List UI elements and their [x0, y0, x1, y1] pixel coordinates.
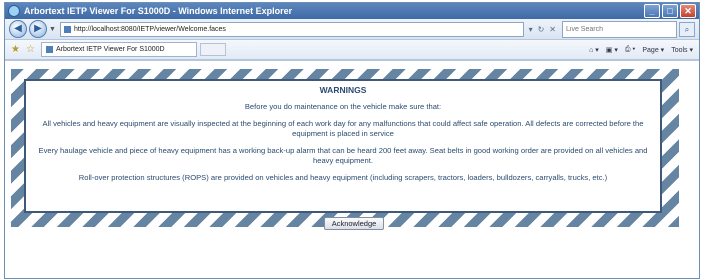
add-favorites-icon[interactable]: ☆ — [26, 44, 35, 55]
stop-icon[interactable]: ✕ — [549, 25, 556, 34]
page-menu[interactable]: Page ▾ — [642, 46, 664, 54]
address-go-icon[interactable]: ▾ — [529, 25, 533, 34]
address-toolbar: ◀ ▶ ▼ http://localhost:8080/IETP/viewer/… — [5, 19, 699, 40]
warnings-heading: WARNINGS — [319, 85, 367, 95]
minimize-button[interactable]: _ — [644, 4, 660, 18]
tab-toolbar: ★ ☆ Arbortext IETP Viewer For S1000D ⌂ ▾… — [5, 40, 699, 60]
window-title: Arbortext IETP Viewer For S1000D - Windo… — [24, 6, 293, 16]
history-dropdown-icon[interactable]: ▼ — [49, 26, 56, 33]
browser-window: Arbortext IETP Viewer For S1000D - Windo… — [4, 2, 700, 279]
back-button[interactable]: ◀ — [9, 20, 27, 38]
tab-favicon-icon — [45, 46, 53, 53]
refresh-icon[interactable]: ↻ — [538, 25, 545, 34]
acknowledge-button[interactable]: Acknowledge — [324, 217, 384, 230]
home-button[interactable]: ⌂ ▾ — [589, 46, 599, 54]
tab-label: Arbortext IETP Viewer For S1000D — [55, 46, 165, 53]
page-favicon-icon — [63, 25, 71, 33]
warning-item-inspection: All vehicles and heavy equipment are vis… — [42, 119, 644, 138]
tab-active[interactable]: Arbortext IETP Viewer For S1000D — [40, 42, 197, 57]
maximize-button[interactable]: □ — [662, 4, 678, 18]
hazard-stripe-border: WARNINGS Before you do maintenance on th… — [11, 69, 679, 227]
ie-logo-icon — [8, 5, 20, 17]
search-icon[interactable]: ⌕ — [679, 21, 695, 37]
tools-menu[interactable]: Tools ▾ — [671, 46, 693, 54]
close-button[interactable]: ✕ — [680, 4, 696, 18]
title-bar: Arbortext IETP Viewer For S1000D - Windo… — [5, 3, 699, 19]
warnings-panel: WARNINGS Before you do maintenance on th… — [24, 79, 662, 213]
print-button[interactable]: ⎙ ▾ — [625, 46, 636, 54]
page-content: WARNINGS Before you do maintenance on th… — [5, 60, 699, 278]
warning-item-rops: Roll-over protection structures (ROPS) a… — [78, 173, 608, 182]
new-tab-button[interactable] — [199, 43, 226, 56]
forward-button[interactable]: ▶ — [29, 20, 47, 38]
feeds-button[interactable]: ▣ ▾ — [606, 46, 618, 54]
favorites-icon[interactable]: ★ — [11, 44, 20, 55]
warnings-intro: Before you do maintenance on the vehicle… — [244, 102, 442, 111]
url-text: http://localhost:8080/IETP/viewer/Welcom… — [73, 25, 226, 33]
address-field[interactable]: http://localhost:8080/IETP/viewer/Welcom… — [59, 21, 524, 37]
live-search-input[interactable] — [562, 20, 677, 38]
warning-item-alarm: Every haulage vehicle and piece of heavy… — [38, 146, 648, 165]
